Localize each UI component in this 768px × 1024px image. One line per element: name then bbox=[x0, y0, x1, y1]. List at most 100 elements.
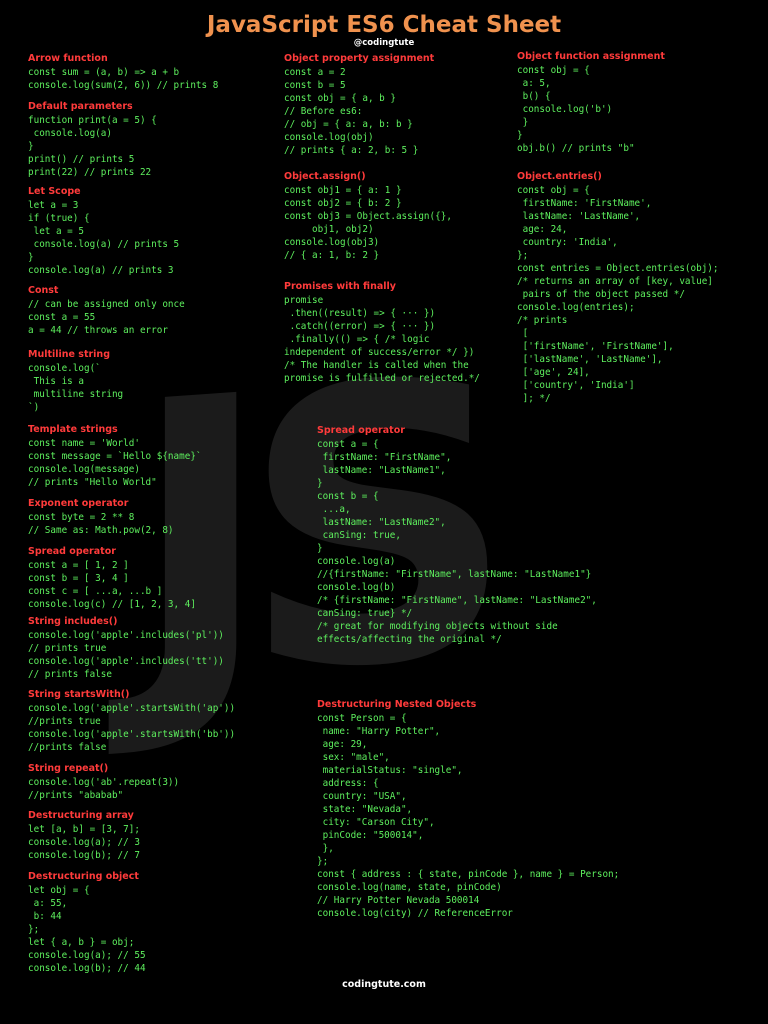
code-line: console.log('apple'.includes('pl')) bbox=[28, 630, 224, 641]
code-line: lastName: 'LastName', bbox=[517, 211, 641, 222]
code-line: console.log(a); // 55 bbox=[28, 950, 146, 961]
code-line: console.log(city) // ReferenceError bbox=[317, 908, 513, 919]
code-line: b() { bbox=[517, 91, 551, 102]
section-heading: Const bbox=[28, 285, 59, 296]
section-heading: Arrow function bbox=[28, 53, 108, 64]
section-heading: Object.assign() bbox=[284, 171, 366, 182]
code-line: canSing: true} */ bbox=[317, 608, 413, 619]
code-block: console.log('apple'.startsWith('ap')) //p… bbox=[28, 702, 235, 754]
code-line: console.log(a) // prints 3 bbox=[28, 265, 174, 276]
section-object-assign: Object.assign() const obj1 = { a: 1 } con… bbox=[284, 170, 452, 262]
section-heading: String repeat() bbox=[28, 763, 109, 774]
page-title: JavaScript ES6 Cheat Sheet bbox=[206, 12, 562, 38]
code-line: const message = `Hello ${name}` bbox=[28, 451, 202, 462]
code-line: }; bbox=[317, 856, 329, 867]
code-line: } bbox=[317, 543, 323, 554]
code-line: multiline string bbox=[28, 389, 124, 400]
code-block: const a = { firstName: "FirstName", last… bbox=[317, 438, 597, 646]
code-line: // prints true bbox=[28, 643, 107, 654]
code-block: const obj = { firstName: 'FirstName', la… bbox=[517, 184, 719, 405]
code-line: name: "Harry Potter", bbox=[317, 726, 441, 737]
code-line: let { a, b } = obj; bbox=[28, 937, 135, 948]
section-object-property-assignment: Object property assignment const a = 2 co… bbox=[284, 52, 434, 157]
section-spread-object: Spread operator const a = { firstName: "… bbox=[317, 424, 597, 646]
code-line: } bbox=[28, 252, 34, 263]
section-heading: Spread operator bbox=[28, 546, 116, 557]
code-line: const c = [ ...a, ...b ] bbox=[28, 586, 163, 597]
code-block: const Person = { name: "Harry Potter", a… bbox=[317, 712, 619, 920]
code-line: country: "USA", bbox=[317, 791, 407, 802]
code-line: /* returns an array of [key, value] bbox=[517, 276, 713, 287]
code-line: a = 44 // throws an error bbox=[28, 325, 168, 336]
code-line: age: 29, bbox=[317, 739, 368, 750]
section-exponent-operator: Exponent operator const byte = 2 ** 8 // … bbox=[28, 497, 174, 537]
section-heading: Object function assignment bbox=[517, 51, 665, 62]
code-block: const a = [ 1, 2 ] const b = [ 3, 4 ] cons… bbox=[28, 559, 196, 611]
code-block: const name = 'World' const message = `Hel… bbox=[28, 437, 202, 489]
code-line: pinCode: "500014", bbox=[317, 830, 424, 841]
code-line: // obj = { a: a, b: b } bbox=[284, 119, 413, 130]
code-line: console.log('apple'.includes('tt')) bbox=[28, 656, 224, 667]
code-line: [ bbox=[517, 328, 529, 339]
code-line: materialStatus: "single", bbox=[317, 765, 463, 776]
code-line: print(22) // prints 22 bbox=[28, 167, 152, 178]
code-line: firstName: 'FirstName', bbox=[517, 198, 652, 209]
code-block: const sum = (a, b) => a + b console.log(s… bbox=[28, 66, 218, 92]
section-destructuring-object: Destructuring object let obj = { a: 55, … bbox=[28, 870, 146, 975]
section-default-parameters: Default parameters function print(a = 5)… bbox=[28, 100, 157, 179]
code-line: obj1, obj2) bbox=[284, 224, 374, 235]
section-heading: Promises with finally bbox=[284, 281, 396, 292]
code-line: `) bbox=[28, 402, 40, 413]
code-line: const byte = 2 ** 8 bbox=[28, 512, 135, 523]
code-line: } bbox=[517, 117, 529, 128]
code-line: }, bbox=[317, 843, 334, 854]
code-line: promise is fulfilled or rejected.*/ bbox=[284, 373, 480, 384]
code-line: .catch((error) => { ··· }) bbox=[284, 321, 436, 332]
code-line: //prints true bbox=[28, 716, 101, 727]
code-line: const Person = { bbox=[317, 713, 407, 724]
code-block: const a = 2 const b = 5 const obj = { a, b… bbox=[284, 66, 434, 157]
code-block: const byte = 2 ** 8 // Same as: Math.pow(… bbox=[28, 511, 174, 537]
code-line: address: { bbox=[317, 778, 379, 789]
code-line: console.log(name, state, pinCode) bbox=[317, 882, 502, 893]
section-heading: Object.entries() bbox=[517, 171, 602, 182]
code-line: } bbox=[317, 478, 323, 489]
code-line: sex: "male", bbox=[317, 752, 390, 763]
code-line: let [a, b] = [3, 7]; bbox=[28, 824, 140, 835]
footer-site: codingtute.com bbox=[342, 979, 426, 990]
section-heading: Template strings bbox=[28, 424, 118, 435]
code-line: // Before es6: bbox=[284, 106, 363, 117]
code-line: // prints false bbox=[28, 669, 112, 680]
code-line: }; bbox=[517, 250, 529, 261]
code-line: firstName: "FirstName", bbox=[317, 452, 452, 463]
code-line: //{firstName: "FirstName", lastName: "La… bbox=[317, 569, 592, 580]
code-line: //prints "ababab" bbox=[28, 790, 124, 801]
code-line: console.log(entries); bbox=[517, 302, 635, 313]
code-line: /* The handler is called when the bbox=[284, 360, 469, 371]
code-line: console.log(b); // 7 bbox=[28, 850, 140, 861]
code-line: console.log(message) bbox=[28, 464, 140, 475]
code-line: }; bbox=[28, 924, 40, 935]
code-line: independent of success/error */ }) bbox=[284, 347, 475, 358]
code-line: const obj2 = { b: 2 } bbox=[284, 198, 402, 209]
code-line: console.log(a) bbox=[317, 556, 396, 567]
code-line: if (true) { bbox=[28, 213, 90, 224]
code-line: const a = 55 bbox=[28, 312, 96, 323]
code-line: console.log(a); // 3 bbox=[28, 837, 140, 848]
code-line: canSing: true, bbox=[317, 530, 401, 541]
section-string-repeat: String repeat() console.log('ab'.repeat(… bbox=[28, 762, 179, 802]
section-heading: Default parameters bbox=[28, 101, 133, 112]
code-line: print() // prints 5 bbox=[28, 154, 135, 165]
code-line: console.log('b') bbox=[517, 104, 613, 115]
code-line: const b = 5 bbox=[284, 80, 346, 91]
code-line: ]; */ bbox=[517, 393, 551, 404]
code-line: console.log('ab'.repeat(3)) bbox=[28, 777, 180, 788]
code-line: a: 5, bbox=[517, 78, 551, 89]
code-block: // can be assigned only once const a = 55… bbox=[28, 298, 185, 337]
code-line: console.log(` bbox=[28, 363, 101, 374]
code-line: const obj = { a, b } bbox=[284, 93, 396, 104]
code-line: .finally(() => { /* logic bbox=[284, 334, 430, 345]
section-heading: Object property assignment bbox=[284, 53, 435, 64]
section-destructuring-nested: Destructuring Nested Objects const Perso… bbox=[317, 698, 619, 920]
code-line: const sum = (a, b) => a + b bbox=[28, 67, 180, 78]
